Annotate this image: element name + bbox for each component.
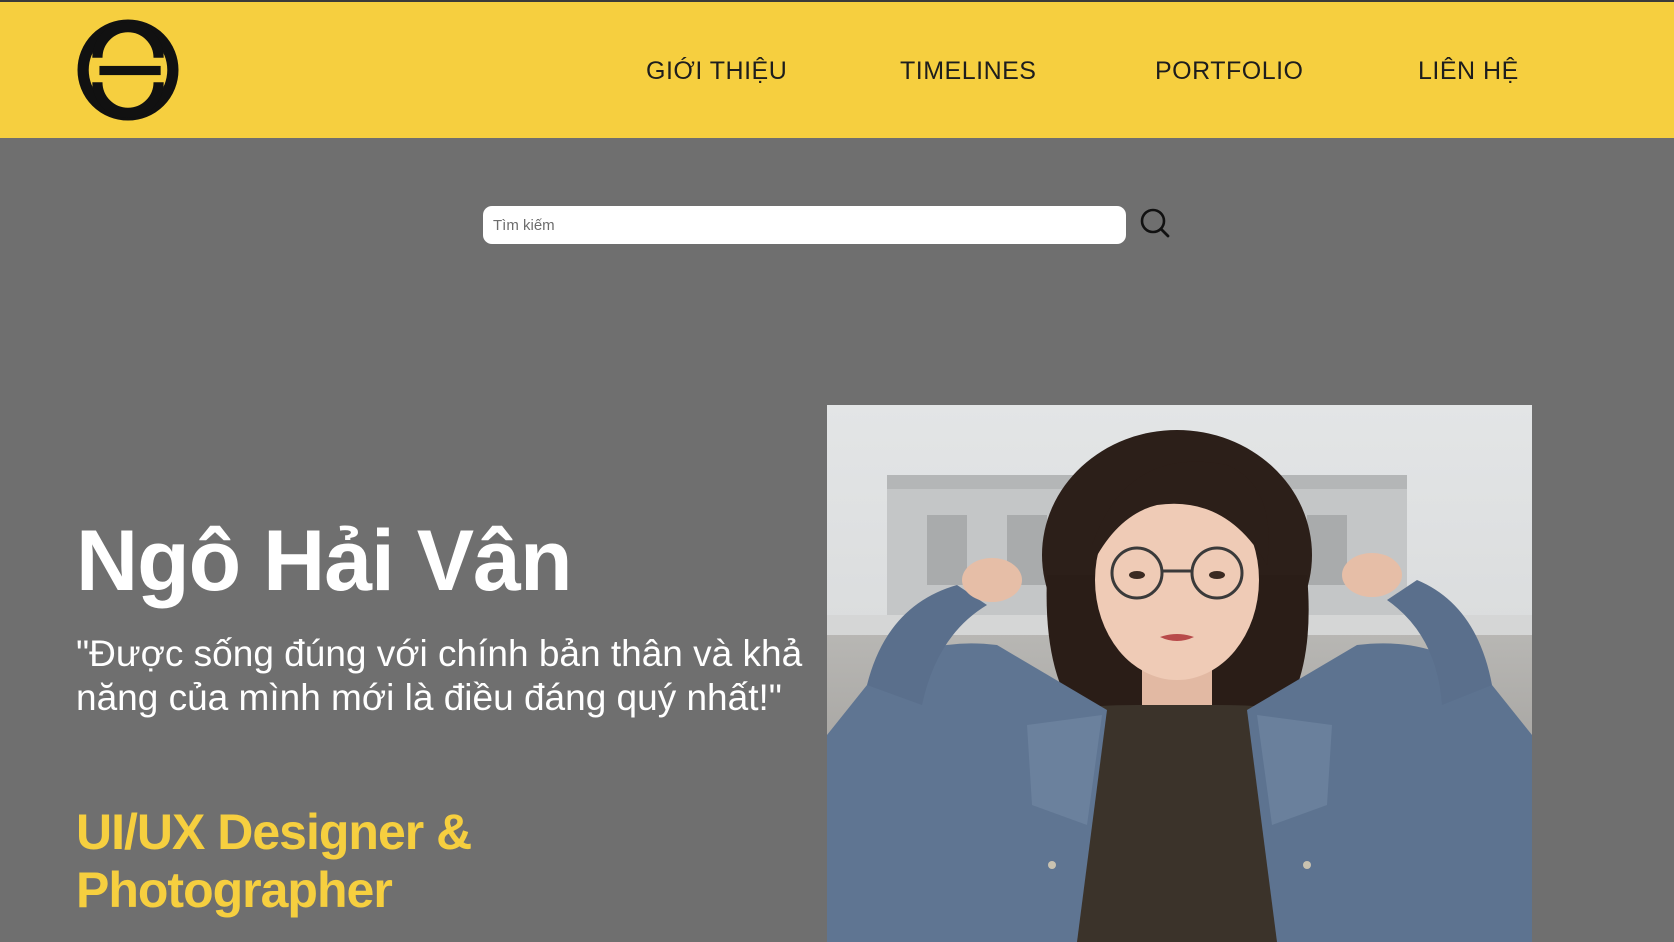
hero-role: UI/UX Designer & Photographer <box>76 804 472 918</box>
profile-photo-illustration <box>827 405 1532 942</box>
hero-quote: "Được sống đúng với chính bản thân và kh… <box>76 633 803 718</box>
nav-item-timelines[interactable]: TIMELINES <box>900 57 1036 86</box>
nav-item-portfolio[interactable]: PORTFOLIO <box>1155 57 1304 86</box>
hero-name: Ngô Hải Vân <box>76 513 573 609</box>
search-bar <box>483 206 1126 244</box>
search-input[interactable] <box>483 206 1126 244</box>
search-icon[interactable] <box>1138 206 1172 240</box>
main-nav: GIỚI THIỆU TIMELINES PORTFOLIO LIÊN HỆ <box>0 2 1674 140</box>
nav-item-intro[interactable]: GIỚI THIỆU <box>646 57 787 86</box>
top-header: GIỚI THIỆU TIMELINES PORTFOLIO LIÊN HỆ <box>0 0 1674 138</box>
page: GIỚI THIỆU TIMELINES PORTFOLIO LIÊN HỆ N… <box>0 0 1674 942</box>
nav-item-contact[interactable]: LIÊN HỆ <box>1418 57 1519 86</box>
profile-photo <box>827 405 1532 942</box>
